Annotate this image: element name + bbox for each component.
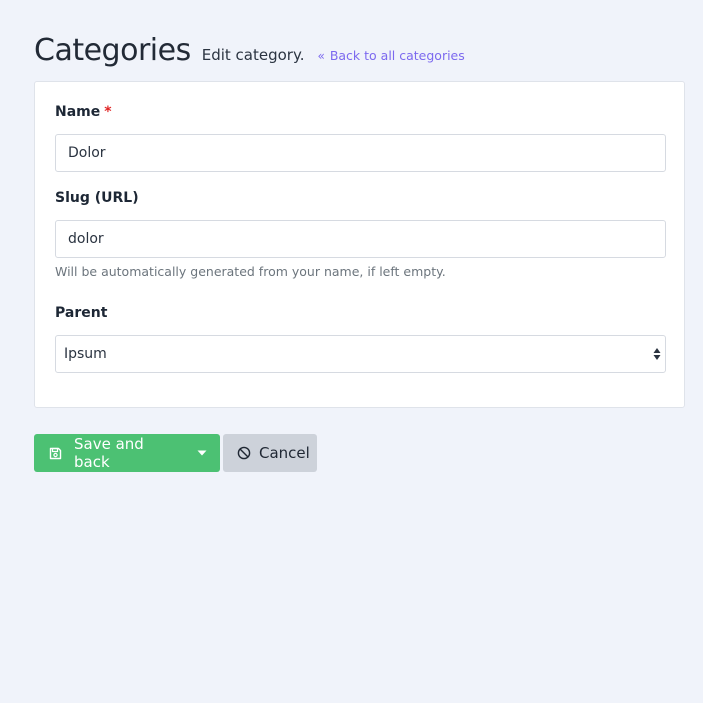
- select-arrows-icon: [653, 348, 661, 360]
- form-actions: Save and back Cancel: [34, 434, 317, 472]
- page-title: Categories: [34, 33, 191, 68]
- save-and-back-button[interactable]: Save and back: [34, 434, 184, 472]
- parent-select-value: Ipsum: [64, 346, 107, 362]
- name-label-text: Name: [55, 104, 101, 120]
- page-header: Categories Edit category. « Back to all …: [34, 33, 465, 73]
- slug-input[interactable]: dolor: [55, 220, 666, 258]
- back-to-categories-link[interactable]: « Back to all categories: [317, 48, 464, 63]
- caret-down-icon: [197, 450, 207, 456]
- double-chevron-left-icon: «: [317, 49, 325, 63]
- save-button-label: Save and back: [74, 435, 144, 471]
- name-input[interactable]: Dolor: [55, 134, 666, 172]
- back-link-label: Back to all categories: [329, 48, 465, 63]
- save-options-dropdown-button[interactable]: [184, 434, 220, 472]
- parent-label: Parent: [55, 305, 108, 321]
- slug-input-value: dolor: [68, 231, 104, 247]
- cancel-button[interactable]: Cancel: [223, 434, 317, 472]
- page-subtitle: Edit category.: [201, 46, 305, 64]
- slug-label: Slug (URL): [55, 190, 139, 206]
- page: Categories Edit category. « Back to all …: [0, 0, 703, 703]
- name-input-value: Dolor: [68, 145, 106, 161]
- required-marker: *: [104, 104, 112, 120]
- name-label: Name *: [55, 104, 112, 120]
- ban-icon: [237, 446, 251, 460]
- edit-category-card: Name * Dolor Slug (URL) dolor Will be aut…: [34, 81, 685, 408]
- cancel-button-label: Cancel: [259, 444, 310, 462]
- save-icon: [49, 447, 62, 460]
- parent-select[interactable]: Ipsum: [55, 335, 666, 373]
- slug-help-text: Will be automatically generated from you…: [55, 264, 446, 279]
